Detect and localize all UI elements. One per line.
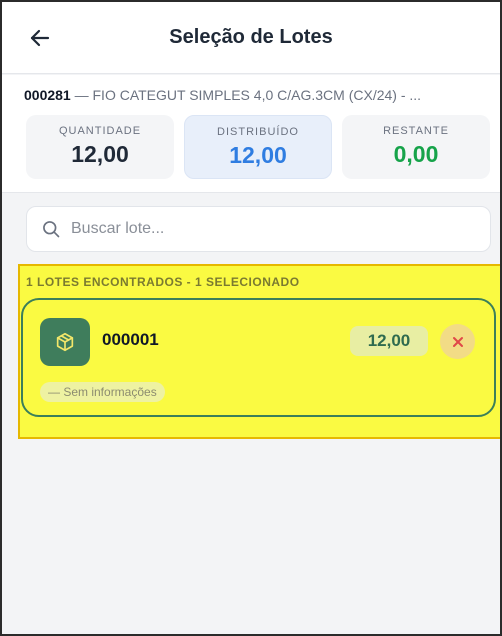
product-summary: 000281 — FIO CATEGUT SIMPLES 4,0 C/AG.3C…: [2, 75, 500, 193]
lote-icon-tile: [40, 318, 90, 366]
lote-quantity-badge: 12,00: [350, 326, 428, 356]
header: Seleção de Lotes: [2, 2, 500, 74]
search-icon: [43, 221, 60, 238]
page-title: Seleção de Lotes: [169, 26, 333, 48]
stat-label: DISTRIBUÍDO: [217, 126, 299, 138]
product-line: 000281 — FIO CATEGUT SIMPLES 4,0 C/AG.3C…: [24, 87, 464, 103]
screen: Seleção de Lotes 000281 — FIO CATEGUT SI…: [0, 0, 502, 636]
lote-info-chip: — Sem informações: [40, 382, 165, 402]
stat-restante: RESTANTE 0,00: [342, 115, 490, 179]
stat-quantidade: QUANTIDADE 12,00: [26, 115, 174, 179]
lotes-count: 1 LOTES ENCONTRADOS - 1 SELECIONADO: [26, 275, 300, 289]
stat-label: QUANTIDADE: [58, 125, 142, 137]
search-box[interactable]: [26, 206, 491, 252]
stat-value: 12,00: [71, 141, 129, 167]
stat-value: 12,00: [229, 142, 287, 168]
remove-lote-button[interactable]: [440, 324, 475, 359]
stat-label: RESTANTE: [383, 125, 449, 137]
lote-name: 000001: [102, 330, 159, 349]
stat-value: 0,00: [393, 141, 439, 167]
product-description: — FIO CATEGUT SIMPLES 4,0 C/AG.3CM (CX/2…: [70, 87, 422, 103]
stat-distribuido: DISTRIBUÍDO 12,00: [184, 115, 332, 179]
package-icon: [56, 332, 74, 352]
close-icon: [452, 336, 463, 347]
search-input[interactable]: [71, 207, 471, 251]
product-code: 000281: [24, 87, 71, 103]
